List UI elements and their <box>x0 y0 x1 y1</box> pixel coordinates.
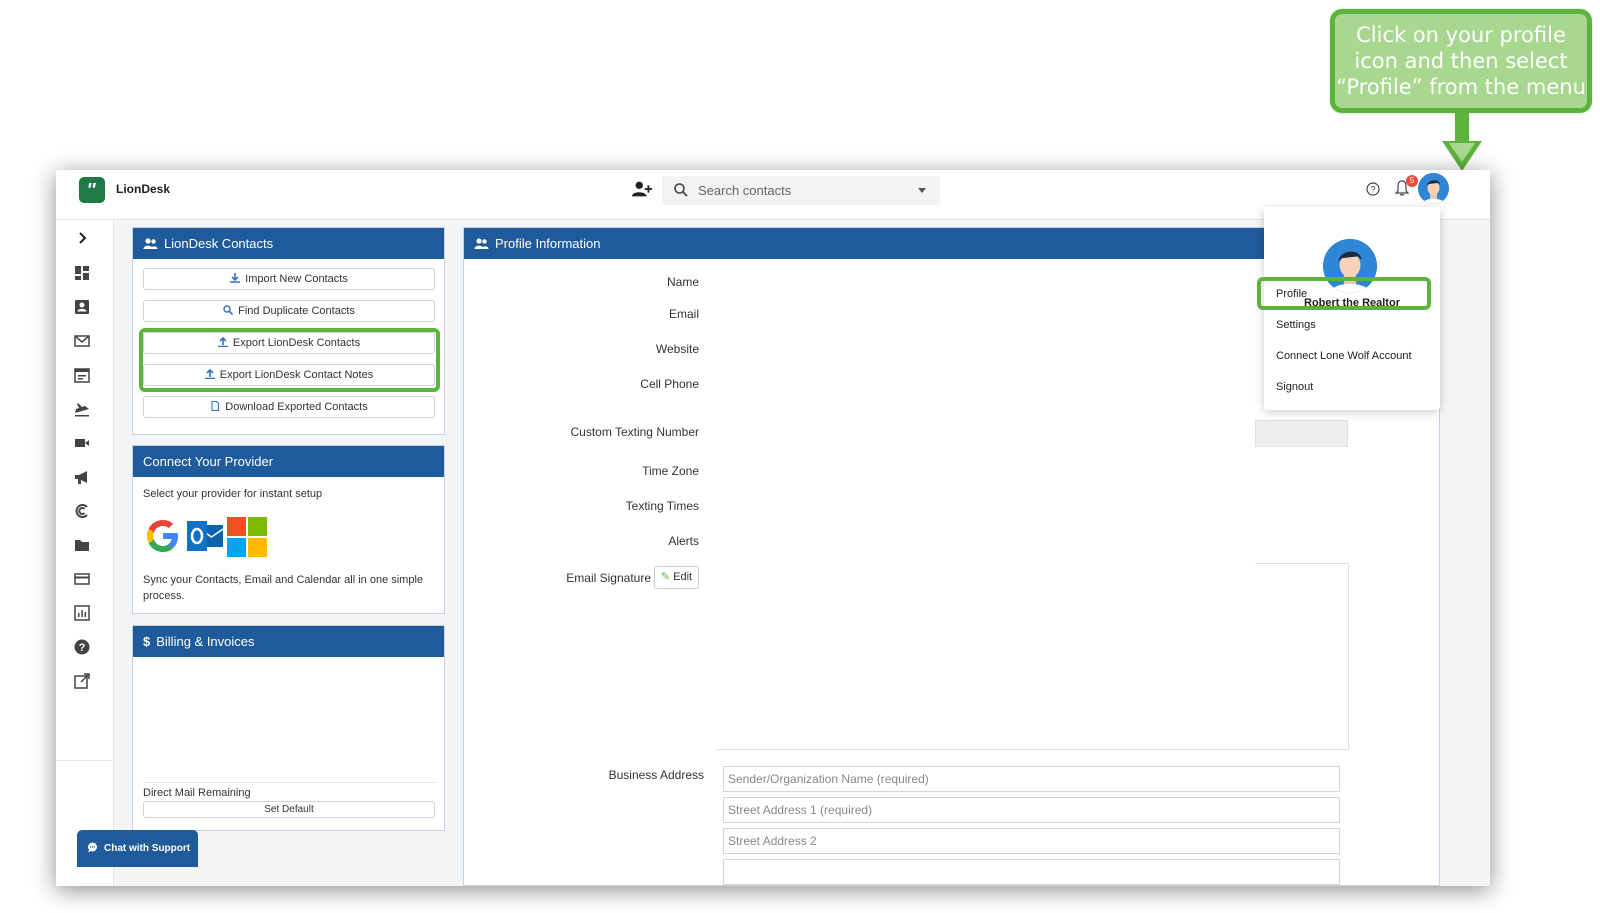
reports-chart-icon[interactable] <box>73 604 91 622</box>
edit-label: Edit <box>673 571 693 583</box>
business-address-label: Business Address <box>608 768 704 782</box>
menu-item-connect-lone-wolf[interactable]: Connect Lone Wolf Account <box>1276 350 1412 362</box>
mail-icon[interactable] <box>73 332 91 350</box>
users-icon <box>143 238 158 249</box>
chat-with-support-button[interactable]: Chat with Support <box>77 830 198 867</box>
panel-title: Profile Information <box>495 236 601 251</box>
custom-texting-number-label: Custom Texting Number <box>570 425 700 439</box>
megaphone-icon[interactable] <box>73 468 91 486</box>
liondesk-logo-icon[interactable]: ″ <box>79 177 105 203</box>
app-window: ″ LionDesk ? <box>56 170 1490 886</box>
stage: Click on your profile icon and then sele… <box>0 0 1600 913</box>
button-label: Find Duplicate Contacts <box>238 305 355 317</box>
panel-header: LionDesk Contacts <box>133 228 444 259</box>
search-icon <box>674 183 688 197</box>
panel-title: LionDesk Contacts <box>164 236 274 251</box>
street-address-2-input[interactable] <box>723 828 1340 854</box>
billing-invoices-panel: $ Billing & Invoices Direct Mail Remaini… <box>132 625 445 831</box>
street-address-1-input[interactable] <box>723 797 1340 823</box>
organization-name-input[interactable] <box>723 766 1340 792</box>
callout-text: Click on your profile icon and then sele… <box>1336 23 1586 99</box>
add-contact-icon[interactable] <box>631 179 653 199</box>
website-label: Website <box>655 342 699 356</box>
left-sidebar: ? <box>56 220 114 886</box>
callout-arrow-shaft <box>1455 113 1469 143</box>
svg-text:?: ? <box>1370 185 1375 195</box>
export-highlight-box <box>139 328 440 392</box>
chevron-down-icon[interactable] <box>918 188 926 193</box>
credit-card-icon[interactable] <box>73 570 91 588</box>
instruction-callout: Click on your profile icon and then sele… <box>1330 9 1592 113</box>
dashboard-icon[interactable] <box>73 264 91 282</box>
external-link-icon[interactable] <box>73 672 91 690</box>
dollar-icon: $ <box>143 634 151 649</box>
svg-text:?: ? <box>79 642 86 654</box>
custom-texting-number-field[interactable] <box>1255 420 1348 447</box>
panel-title: Connect Your Provider <box>143 454 274 469</box>
users-icon <box>474 238 489 249</box>
signature-bottom-border <box>717 749 1349 750</box>
search-input[interactable] <box>698 180 898 201</box>
texting-times-label: Texting Times <box>625 499 699 513</box>
chat-label: Chat with Support <box>104 843 191 854</box>
email-signature-editor[interactable] <box>1255 563 1349 750</box>
direct-mail-label: Direct Mail Remaining <box>143 787 251 799</box>
outlook-logo-icon[interactable] <box>185 517 225 555</box>
name-label: Name <box>666 275 699 289</box>
billing-divider <box>143 782 435 783</box>
button-label: Import New Contacts <box>245 273 348 285</box>
panel-title: Billing & Invoices <box>156 634 255 649</box>
microsoft-logo-icon[interactable] <box>227 517 267 557</box>
calendar-icon[interactable] <box>73 366 91 384</box>
brand-name: LionDesk <box>116 182 171 196</box>
download-exported-button[interactable]: Download Exported Contacts <box>143 396 435 418</box>
liondesk-contacts-panel: LionDesk Contacts Import New Contacts Fi… <box>132 227 445 435</box>
pencil-icon: ✎ <box>660 571 671 583</box>
panel-header: $ Billing & Invoices <box>133 626 444 657</box>
set-default-button[interactable]: Set Default <box>143 801 435 818</box>
panel-header: Connect Your Provider <box>133 446 444 477</box>
import-contacts-button[interactable]: Import New Contacts <box>143 268 435 290</box>
help-circle-icon[interactable]: ? <box>1366 182 1380 196</box>
google-logo-icon[interactable] <box>144 517 182 555</box>
video-icon[interactable] <box>73 434 91 452</box>
email-signature-label: Email Signature <box>566 571 651 585</box>
magnifier-icon <box>223 305 234 315</box>
folder-icon[interactable] <box>73 536 91 554</box>
email-label: Email <box>668 307 699 321</box>
expand-chevron-right-icon[interactable] <box>73 229 91 247</box>
connect-provider-panel: Connect Your Provider Select your provid… <box>132 445 445 614</box>
menu-item-settings[interactable]: Settings <box>1276 319 1316 331</box>
chat-bubble-icon <box>88 842 97 853</box>
provider-intro: Select your provider for instant setup <box>143 488 323 500</box>
provider-description: Sync your Contacts, Email and Calendar a… <box>143 574 424 602</box>
profile-avatar-button[interactable] <box>1418 173 1449 204</box>
lead-target-icon[interactable] <box>73 502 91 520</box>
edit-signature-button[interactable]: ✎ Edit <box>654 566 699 589</box>
download-icon <box>230 273 241 283</box>
find-duplicates-button[interactable]: Find Duplicate Contacts <box>143 300 435 322</box>
alerts-label: Alerts <box>668 534 699 548</box>
send-campaign-icon[interactable] <box>73 400 91 418</box>
notification-badge: 5 <box>1406 175 1418 187</box>
file-icon <box>211 401 220 411</box>
menu-item-signout[interactable]: Signout <box>1276 381 1313 393</box>
sidebar-divider <box>56 760 114 761</box>
user-avatar-icon <box>1418 173 1449 204</box>
contacts-icon[interactable] <box>73 298 91 316</box>
street-address-next-input[interactable] <box>723 859 1340 885</box>
search-bar[interactable] <box>662 176 940 205</box>
button-label: Download Exported Contacts <box>225 401 368 413</box>
help-question-icon[interactable]: ? <box>73 638 91 656</box>
callout-arrow-inner <box>1449 143 1475 162</box>
profile-highlight-box <box>1257 277 1431 310</box>
time-zone-label: Time Zone <box>642 464 699 478</box>
cell-phone-label: Cell Phone <box>640 377 699 391</box>
